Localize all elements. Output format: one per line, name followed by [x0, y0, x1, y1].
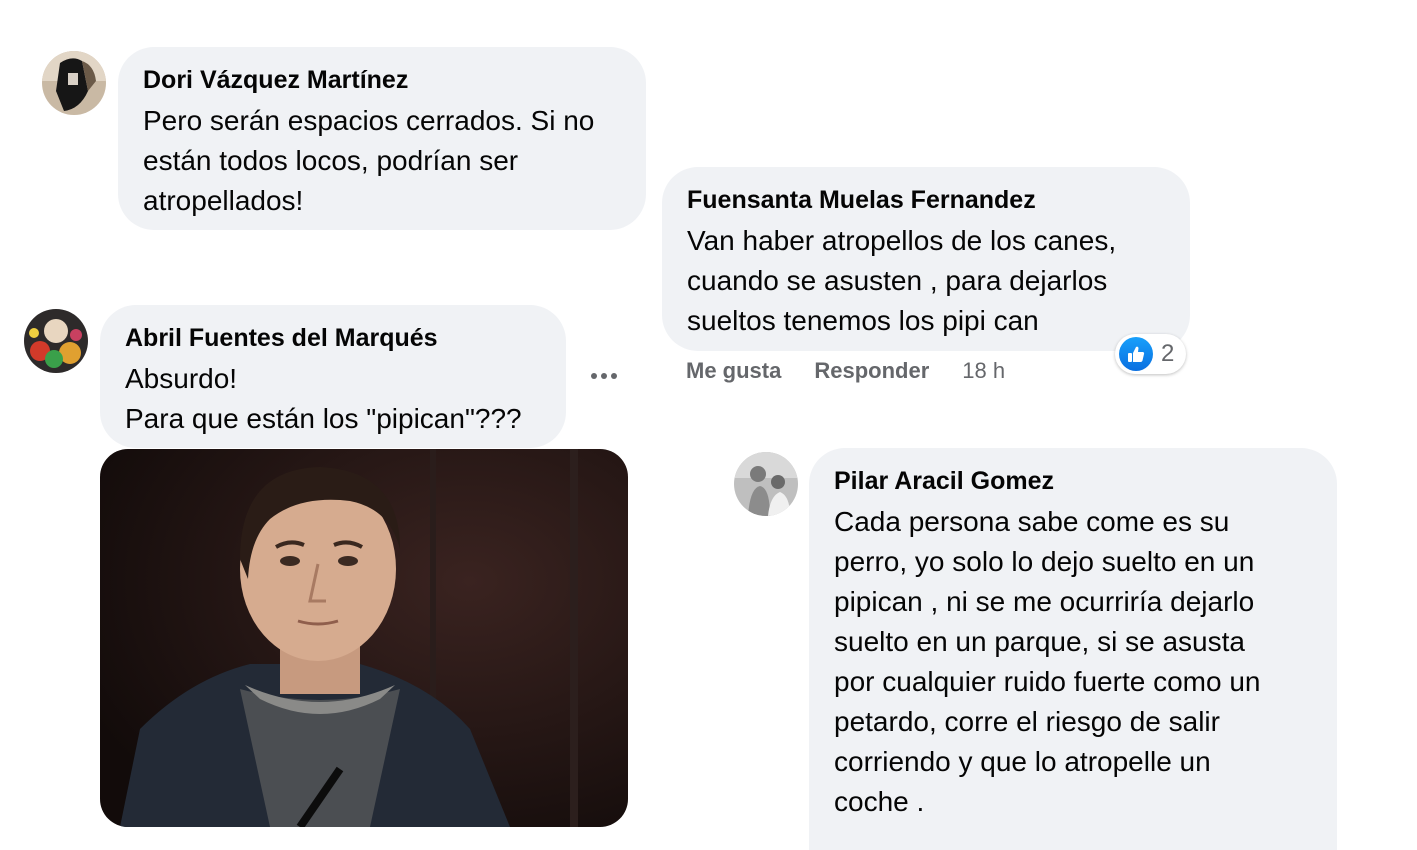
comment-bubble: Dori Vázquez Martínez Pero serán espacio…	[118, 47, 646, 230]
comment-timestamp[interactable]: 18 h	[962, 356, 1005, 386]
more-options-button[interactable]	[588, 362, 620, 390]
comment-text: Pero serán espacios cerrados. Si no está…	[143, 105, 595, 216]
comment-author[interactable]: Pilar Aracil Gomez	[834, 466, 1313, 496]
avatar-dori[interactable]	[42, 51, 106, 115]
avatar-pilar[interactable]	[734, 452, 798, 516]
comment-author[interactable]: Dori Vázquez Martínez	[143, 65, 622, 95]
reaction-summary[interactable]: 2	[1115, 334, 1187, 374]
comments-thread: Dori Vázquez Martínez Pero serán espacio…	[0, 0, 1417, 850]
like-button[interactable]: Me gusta	[686, 356, 781, 386]
dot	[591, 373, 597, 379]
comment-author[interactable]: Fuensanta Muelas Fernandez	[687, 185, 1166, 215]
comment-text: Absurdo! Para que están los "pipican"???	[125, 363, 522, 434]
dot	[611, 373, 617, 379]
comment-author[interactable]: Abril Fuentes del Marqués	[125, 323, 542, 353]
comment-gif[interactable]	[100, 449, 628, 827]
comment-bubble: Pilar Aracil Gomez Cada persona sabe com…	[809, 448, 1337, 850]
dot	[601, 373, 607, 379]
reaction-count: 2	[1161, 340, 1175, 367]
comment-text: Cada persona sabe come es su perro, yo s…	[834, 506, 1261, 817]
avatar-abril[interactable]	[24, 309, 88, 373]
comment-bubble: Fuensanta Muelas Fernandez Van haber atr…	[662, 167, 1190, 351]
comment-bubble: Abril Fuentes del Marqués Absurdo! Para …	[100, 305, 566, 448]
thumbs-up-icon	[1119, 337, 1153, 371]
reply-button[interactable]: Responder	[814, 356, 929, 386]
comment-text: Van haber atropellos de los canes, cuand…	[687, 225, 1117, 336]
comment-actions: Me gusta Responder 18 h	[686, 356, 1005, 386]
